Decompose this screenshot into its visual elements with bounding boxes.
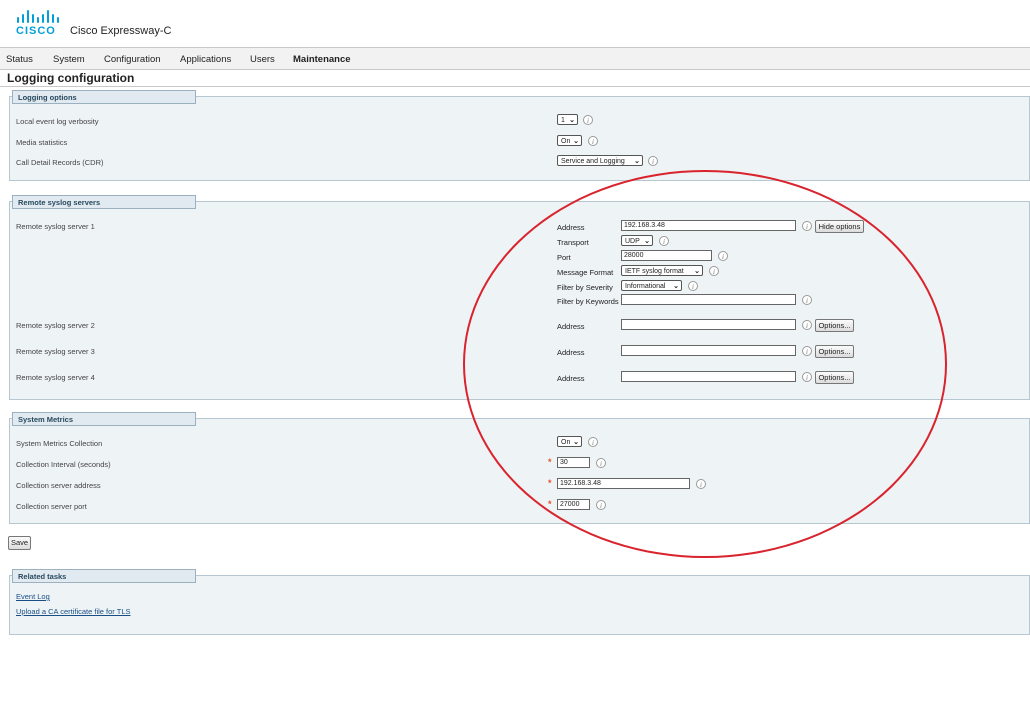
server4-address-label: Address <box>557 374 585 383</box>
logging-options-section: Logging options <box>9 90 1030 181</box>
collection-server-address-input[interactable]: 192.168.3.48 <box>557 478 690 489</box>
server3-address-input[interactable] <box>621 345 796 356</box>
chevron-down-icon: ⌄ <box>694 268 700 275</box>
system-metrics-section: System Metrics <box>9 412 1030 524</box>
collection-server-address-label: Collection server address <box>16 481 101 490</box>
verbosity-value: 1 <box>561 117 565 124</box>
hide-options-button[interactable]: Hide options <box>815 220 864 233</box>
verbosity-label: Local event log verbosity <box>16 117 99 126</box>
info-icon[interactable]: i <box>802 221 812 231</box>
cisco-logo-text: CISCO <box>16 25 56 37</box>
menu-system[interactable]: System <box>53 54 85 65</box>
server3-address-label: Address <box>557 348 585 357</box>
media-statistics-select[interactable]: On ⌄ <box>557 135 582 146</box>
info-icon[interactable]: i <box>709 266 719 276</box>
media-statistics-value: On <box>561 138 571 145</box>
metrics-collection-select[interactable]: On ⌄ <box>557 436 582 447</box>
port-label: Port <box>557 253 571 262</box>
syslog-server-4-label: Remote syslog server 4 <box>16 373 95 382</box>
menu-status[interactable]: Status <box>6 54 33 65</box>
logging-options-heading: Logging options <box>12 90 196 104</box>
collection-interval-label: Collection Interval (seconds) <box>16 460 111 469</box>
upload-ca-certificate-link[interactable]: Upload a CA certificate file for TLS <box>16 607 131 616</box>
server2-options-button[interactable]: Options... <box>815 319 854 332</box>
required-asterisk: * <box>548 499 552 509</box>
message-format-value: IETF syslog format <box>625 268 684 275</box>
info-icon[interactable]: i <box>588 136 598 146</box>
transport-label: Transport <box>557 238 589 247</box>
server2-address-input[interactable] <box>621 319 796 330</box>
menu-maintenance[interactable]: Maintenance <box>293 54 351 65</box>
server2-address-label: Address <box>557 322 585 331</box>
info-icon[interactable]: i <box>648 156 658 166</box>
related-tasks-heading: Related tasks <box>12 569 196 583</box>
severity-select[interactable]: Informational ⌄ <box>621 280 682 291</box>
cisco-logo-bars <box>17 10 59 23</box>
server4-address-input[interactable] <box>621 371 796 382</box>
menu-users[interactable]: Users <box>250 54 275 65</box>
info-icon[interactable]: i <box>596 500 606 510</box>
keywords-input[interactable] <box>621 294 796 305</box>
server4-options-button[interactable]: Options... <box>815 371 854 384</box>
menu-configuration[interactable]: Configuration <box>104 54 161 65</box>
info-icon[interactable]: i <box>696 479 706 489</box>
info-icon[interactable]: i <box>802 346 812 356</box>
info-icon[interactable]: i <box>596 458 606 468</box>
server3-options-button[interactable]: Options... <box>815 345 854 358</box>
related-tasks-section: Related tasks <box>9 569 1030 635</box>
required-asterisk: * <box>548 457 552 467</box>
required-asterisk: * <box>548 478 552 488</box>
info-icon[interactable]: i <box>688 281 698 291</box>
system-metrics-heading: System Metrics <box>12 412 196 426</box>
app-title: Cisco Expressway-C <box>70 25 172 37</box>
remote-syslog-section: Remote syslog servers <box>9 195 1030 400</box>
collection-server-port-label: Collection server port <box>16 502 87 511</box>
info-icon[interactable]: i <box>583 115 593 125</box>
chevron-down-icon: ⌄ <box>644 238 650 245</box>
chevron-down-icon: ⌄ <box>634 158 640 165</box>
title-divider <box>0 86 1030 87</box>
message-format-select[interactable]: IETF syslog format ⌄ <box>621 265 703 276</box>
metrics-collection-label: System Metrics Collection <box>16 439 103 448</box>
syslog-server-1-label: Remote syslog server 1 <box>16 222 95 231</box>
cdr-select[interactable]: Service and Logging ⌄ <box>557 155 643 166</box>
main-menu-bar: Status System Configuration Applications… <box>0 47 1030 70</box>
transport-select[interactable]: UDP ⌄ <box>621 235 653 246</box>
cdr-value: Service and Logging <box>561 158 625 165</box>
server1-address-label: Address <box>557 223 585 232</box>
severity-value: Informational <box>625 283 666 290</box>
port-input[interactable]: 28000 <box>621 250 712 261</box>
metrics-collection-value: On <box>561 439 571 446</box>
verbosity-select[interactable]: 1 ⌄ <box>557 114 578 125</box>
info-icon[interactable]: i <box>802 372 812 382</box>
menu-applications[interactable]: Applications <box>180 54 231 65</box>
collection-server-port-input[interactable]: 27000 <box>557 499 590 510</box>
chevron-down-icon: ⌄ <box>573 138 579 145</box>
server1-address-input[interactable]: 192.168.3.48 <box>621 220 796 231</box>
transport-value: UDP <box>625 238 640 245</box>
chevron-down-icon: ⌄ <box>573 439 579 446</box>
info-icon[interactable]: i <box>718 251 728 261</box>
chevron-down-icon: ⌄ <box>673 283 679 290</box>
keywords-label: Filter by Keywords <box>557 297 619 306</box>
cdr-label: Call Detail Records (CDR) <box>16 158 104 167</box>
info-icon[interactable]: i <box>588 437 598 447</box>
message-format-label: Message Format <box>557 268 614 277</box>
severity-label: Filter by Severity <box>557 283 613 292</box>
syslog-server-2-label: Remote syslog server 2 <box>16 321 95 330</box>
page-title: Logging configuration <box>7 71 135 85</box>
info-icon[interactable]: i <box>659 236 669 246</box>
save-button[interactable]: Save <box>8 536 31 550</box>
info-icon[interactable]: i <box>802 295 812 305</box>
media-statistics-label: Media statistics <box>16 138 68 147</box>
remote-syslog-heading: Remote syslog servers <box>12 195 196 209</box>
chevron-down-icon: ⌄ <box>569 117 575 124</box>
info-icon[interactable]: i <box>802 320 812 330</box>
collection-interval-input[interactable]: 30 <box>557 457 590 468</box>
event-log-link[interactable]: Event Log <box>16 592 50 601</box>
syslog-server-3-label: Remote syslog server 3 <box>16 347 95 356</box>
